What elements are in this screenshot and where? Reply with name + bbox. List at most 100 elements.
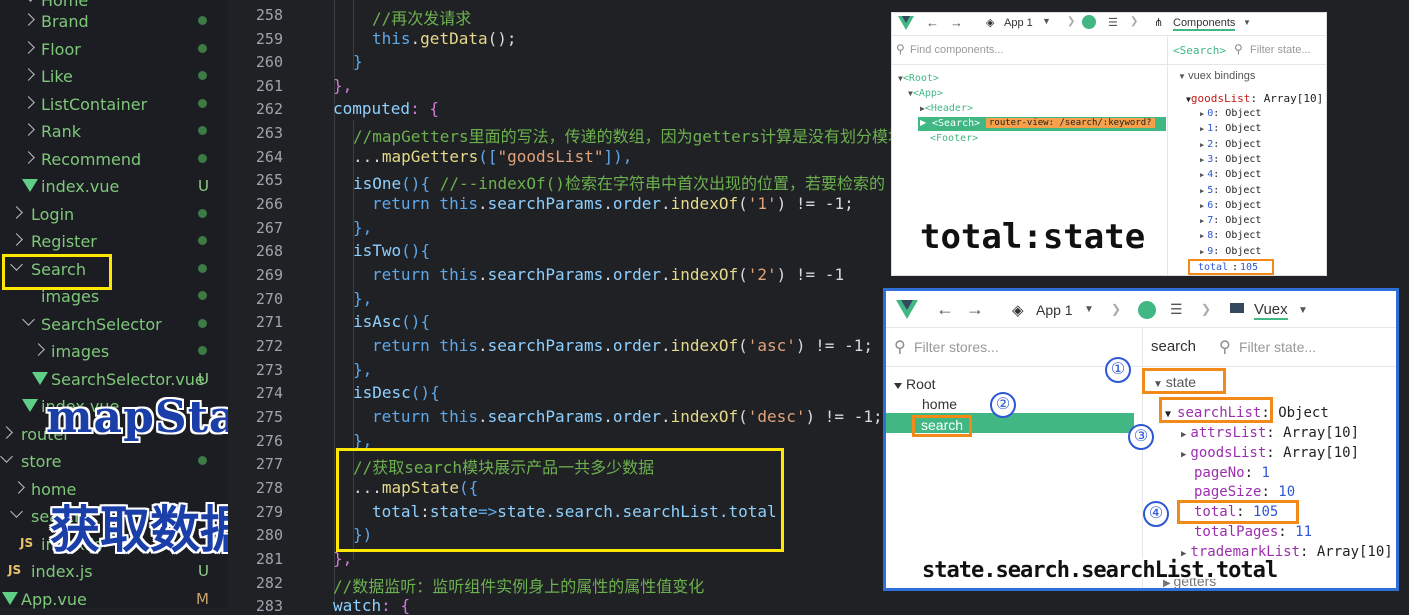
store-label: search (912, 415, 973, 437)
code-token: 'asc' (747, 336, 796, 355)
vue-logo-icon (898, 16, 914, 30)
find-components-input[interactable]: Find components... (910, 44, 1004, 56)
goods-item-row[interactable]: ▶ 1: Object (1200, 123, 1261, 134)
tree-item-like[interactable]: Like (0, 63, 228, 90)
searchlist-field-row[interactable]: pageSize: 10 (1194, 484, 1295, 500)
searchlist-field-row[interactable]: ▶ attrsList: Array[10] (1181, 425, 1359, 441)
code-token: (){ (410, 383, 440, 402)
goodslist-row[interactable]: ▼goodsList: Array[10] (1186, 92, 1323, 105)
tree-node-search-selected[interactable]: ▶ <Search> router-view: /search/:keyword… (918, 117, 1166, 131)
tree-item-searchselector-images[interactable]: images (0, 338, 228, 365)
code-token: ... (353, 147, 382, 166)
back-arrow-icon[interactable]: ← (936, 299, 954, 320)
line-number: 275 (255, 408, 283, 426)
goods-item-row[interactable]: ▶ 9: Object (1200, 246, 1261, 257)
mode-selector[interactable]: Vuex (1254, 301, 1288, 320)
code-token: . (661, 265, 671, 284)
goods-item-row[interactable]: ▶ 8: Object (1200, 230, 1261, 241)
state-value: 11 (1295, 524, 1313, 540)
tree-item-store[interactable]: store (0, 448, 228, 475)
state-key: pageSize (1194, 484, 1262, 501)
code-line-266: return this.searchParams.order.indexOf('… (372, 194, 854, 213)
code-line-273: }, (353, 360, 373, 379)
breadcrumb-sep-icon: ❯ (1067, 16, 1076, 27)
filter-state-input[interactable]: Filter state... (1250, 44, 1311, 56)
compass-icon[interactable] (1138, 301, 1156, 319)
app-selector[interactable]: App 1 (1036, 302, 1073, 318)
goods-item-row[interactable]: ▶ 0: Object (1200, 108, 1261, 119)
line-number: 269 (255, 266, 283, 284)
timeline-icon[interactable]: ☰ (1108, 16, 1118, 29)
searchlist-row[interactable]: ▼ searchList: Object (1165, 405, 1329, 421)
filter-state-input[interactable]: Filter state... (1239, 339, 1316, 355)
state-value: Object (1225, 184, 1262, 196)
tree-item-login[interactable]: Login (0, 201, 228, 228)
searchlist-field-row[interactable]: ▶ goodsList: Array[10] (1181, 445, 1359, 461)
searchlist-field-row[interactable]: pageNo: 1 (1194, 465, 1270, 481)
code-line-264: ...mapGetters(["goodsList"]), (353, 147, 632, 166)
forward-arrow-icon[interactable]: → (950, 15, 963, 30)
state-value: Object (1225, 123, 1262, 135)
git-status-dot (198, 456, 207, 465)
store-search-selected[interactable]: search (886, 413, 1134, 437)
tree-item-brand[interactable]: Brand (0, 8, 228, 35)
code-line-283: watch: { (333, 596, 410, 615)
line-number: 278 (255, 479, 283, 497)
caret-right-icon: ▶ (1200, 232, 1205, 241)
store-home[interactable]: home (922, 396, 957, 412)
tree-node-header[interactable]: ▶<Header> (920, 103, 973, 114)
mode-selector[interactable]: Components (1173, 17, 1236, 31)
git-status-untracked: U (198, 177, 209, 195)
compass-icon[interactable] (1082, 15, 1096, 29)
forward-arrow-icon[interactable]: → (966, 299, 984, 320)
search-icon: ⚲ (1234, 42, 1243, 56)
tree-item-listcontainer[interactable]: ListContainer (0, 91, 228, 118)
line-number: 260 (255, 53, 283, 71)
git-status-dot (198, 264, 207, 273)
code-token: this (429, 336, 478, 355)
search-icon: ⚲ (1219, 339, 1231, 356)
goods-item-row[interactable]: ▶ 2: Object (1200, 139, 1261, 150)
tree-node-app[interactable]: ▼<App> (908, 88, 943, 99)
goods-item-row[interactable]: ▶ 7: Object (1200, 215, 1261, 226)
tree-item-floor[interactable]: Floor (0, 36, 228, 63)
line-number: 282 (255, 574, 283, 592)
tree-item-recommend[interactable]: Recommend (0, 146, 228, 173)
tree-item-app-vue[interactable]: App.vue M (0, 586, 228, 613)
filter-stores-input[interactable]: Filter stores... (914, 339, 999, 355)
state-key: totalPages (1194, 524, 1279, 540)
caret-right-icon: ▶ (1200, 171, 1205, 180)
tree-item-register[interactable]: Register (0, 228, 228, 255)
store-root[interactable]: Root (894, 376, 936, 392)
goods-item-row[interactable]: ▶ 6: Object (1200, 200, 1261, 211)
tree-item-searchselector-vue[interactable]: SearchSelector.vue U (0, 366, 228, 393)
state-section[interactable]: ▼ state (1153, 374, 1196, 390)
tree-node-root[interactable]: ▼<Root> (898, 73, 939, 84)
tree-item-searchselector[interactable]: SearchSelector (0, 311, 228, 338)
goods-item-row[interactable]: ▶ 5: Object (1200, 185, 1261, 196)
section-title: vuex bindings (1188, 70, 1256, 82)
state-value: Object (1225, 169, 1262, 181)
tree-item-home-index-vue[interactable]: index.vue U (0, 173, 228, 200)
goods-item-row[interactable]: ▶ 3: Object (1200, 154, 1261, 165)
tree-node-footer[interactable]: <Footer> (930, 133, 978, 144)
state-value: 105 (1240, 262, 1259, 273)
back-arrow-icon[interactable]: ← (926, 15, 939, 30)
chevron-down-icon (10, 505, 23, 518)
caret-right-icon: ▶ (1200, 125, 1205, 134)
vuex-bindings-section[interactable]: ▼ vuex bindings (1178, 70, 1255, 82)
timeline-icon[interactable]: ☰ (1170, 301, 1183, 318)
code-token: order (612, 265, 662, 284)
tree-item-rank[interactable]: Rank (0, 118, 228, 145)
goods-item-row[interactable]: ▶ 4: Object (1200, 169, 1261, 180)
code-token: searchParams (487, 194, 604, 213)
line-number: 261 (255, 77, 283, 95)
tree-item-store-index-js[interactable]: JS index.js U (0, 558, 228, 585)
code-token: '1' (747, 194, 777, 213)
app-selector[interactable]: App 1 (1004, 17, 1033, 29)
line-number: 264 (255, 148, 283, 166)
total-binding-row[interactable]: total:105 (1188, 259, 1274, 275)
searchlist-field-row[interactable]: totalPages: 11 (1194, 524, 1312, 540)
caret-right-icon: ▶ (1200, 140, 1205, 149)
code-token: isDesc (353, 383, 411, 402)
